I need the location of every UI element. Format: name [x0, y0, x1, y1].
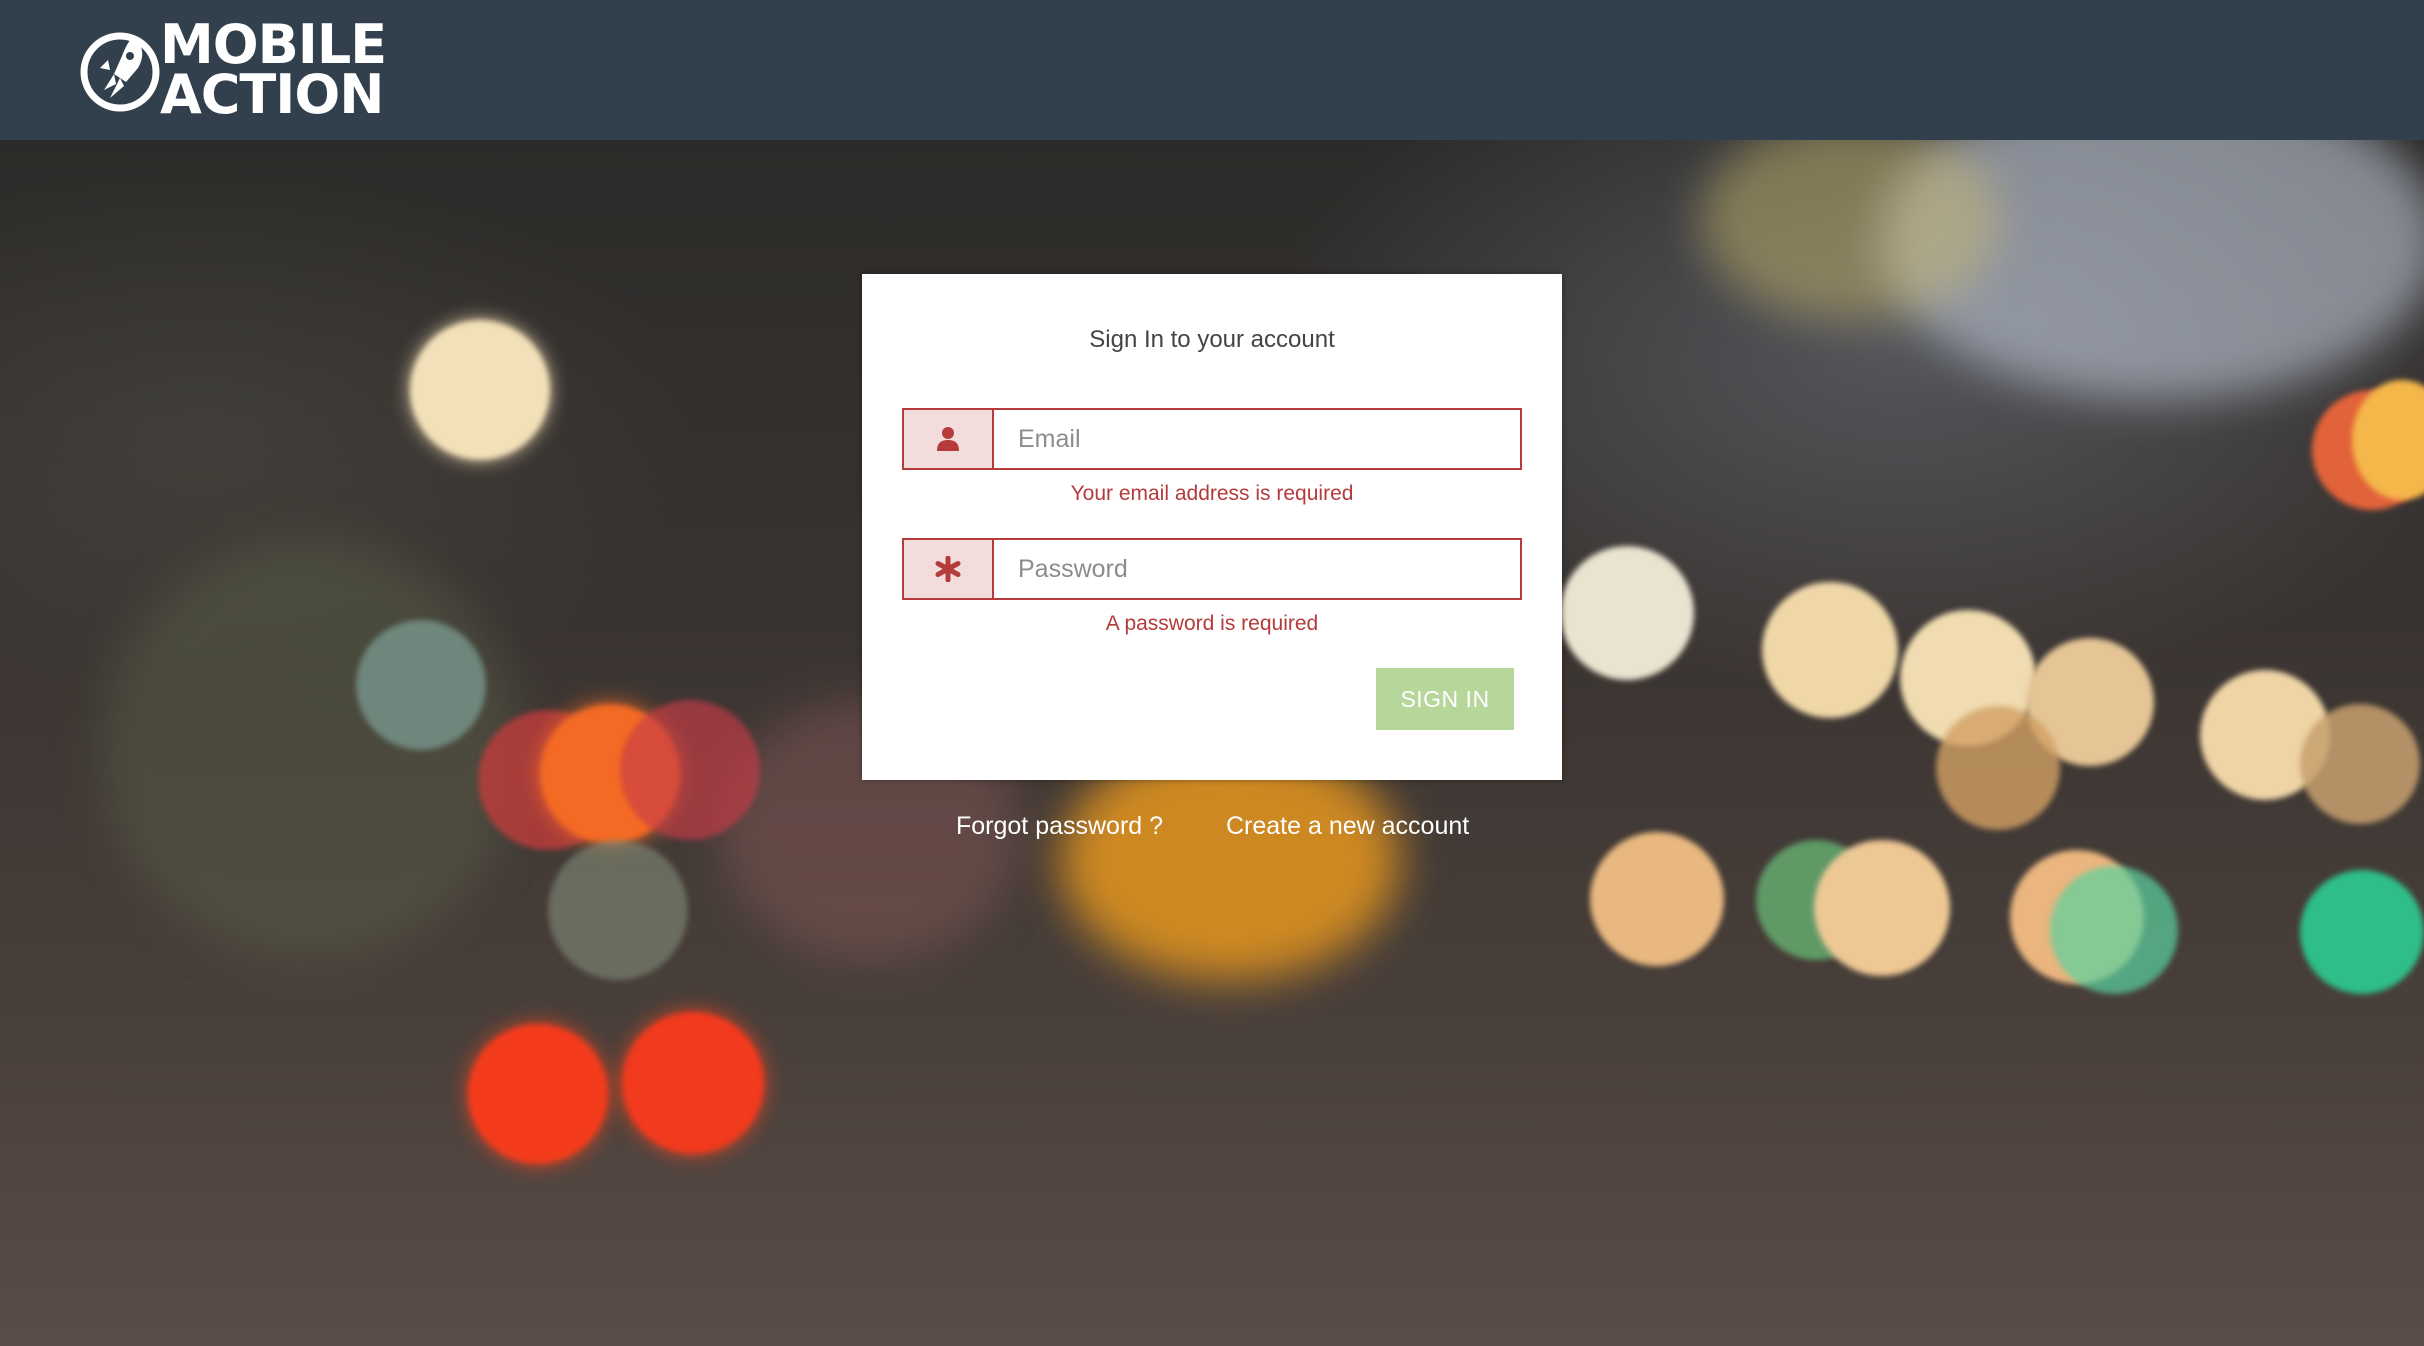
password-error-message: A password is required: [1105, 612, 1319, 635]
background-light: [410, 320, 550, 460]
background-light: [2300, 870, 2424, 994]
asterisk-icon: [904, 540, 994, 598]
background-light: [1762, 582, 1898, 718]
login-page: MOBILE ACTION Sign In to your account Em…: [0, 0, 2424, 1346]
background-light: [2050, 866, 2178, 994]
background-light: [1560, 546, 1694, 680]
background-light: [620, 700, 760, 840]
background-light: [1814, 840, 1950, 976]
forgot-password-link[interactable]: Forgot password ?: [956, 812, 1163, 841]
email-input[interactable]: [994, 410, 1520, 468]
background-light: [468, 1024, 608, 1164]
signin-card: Sign In to your account Your email addre…: [862, 274, 1562, 780]
logo-wordmark: MOBILE ACTION: [160, 18, 387, 126]
user-icon: [904, 410, 994, 468]
rocket-icon: [80, 32, 160, 112]
mobile-action-logo[interactable]: MOBILE ACTION: [80, 18, 410, 126]
create-account-link[interactable]: Create a new account: [1226, 812, 1469, 841]
logo-line-action: ACTION: [160, 63, 384, 126]
email-field-group: [902, 408, 1522, 470]
signin-button[interactable]: SIGN IN: [1376, 668, 1514, 730]
top-header: MOBILE ACTION: [0, 0, 2424, 140]
background-light: [1590, 832, 1724, 966]
background-light: [622, 1012, 764, 1154]
background-light: [548, 840, 688, 980]
email-error-message: Your email address is required: [1070, 482, 1354, 505]
background-light: [1936, 706, 2060, 830]
background-light: [100, 540, 520, 960]
password-field-group: [902, 538, 1522, 600]
background-light: [2300, 704, 2420, 824]
password-input[interactable]: [994, 540, 1520, 598]
signin-title: Sign In to your account: [1089, 326, 1335, 353]
background-light: [356, 620, 486, 750]
